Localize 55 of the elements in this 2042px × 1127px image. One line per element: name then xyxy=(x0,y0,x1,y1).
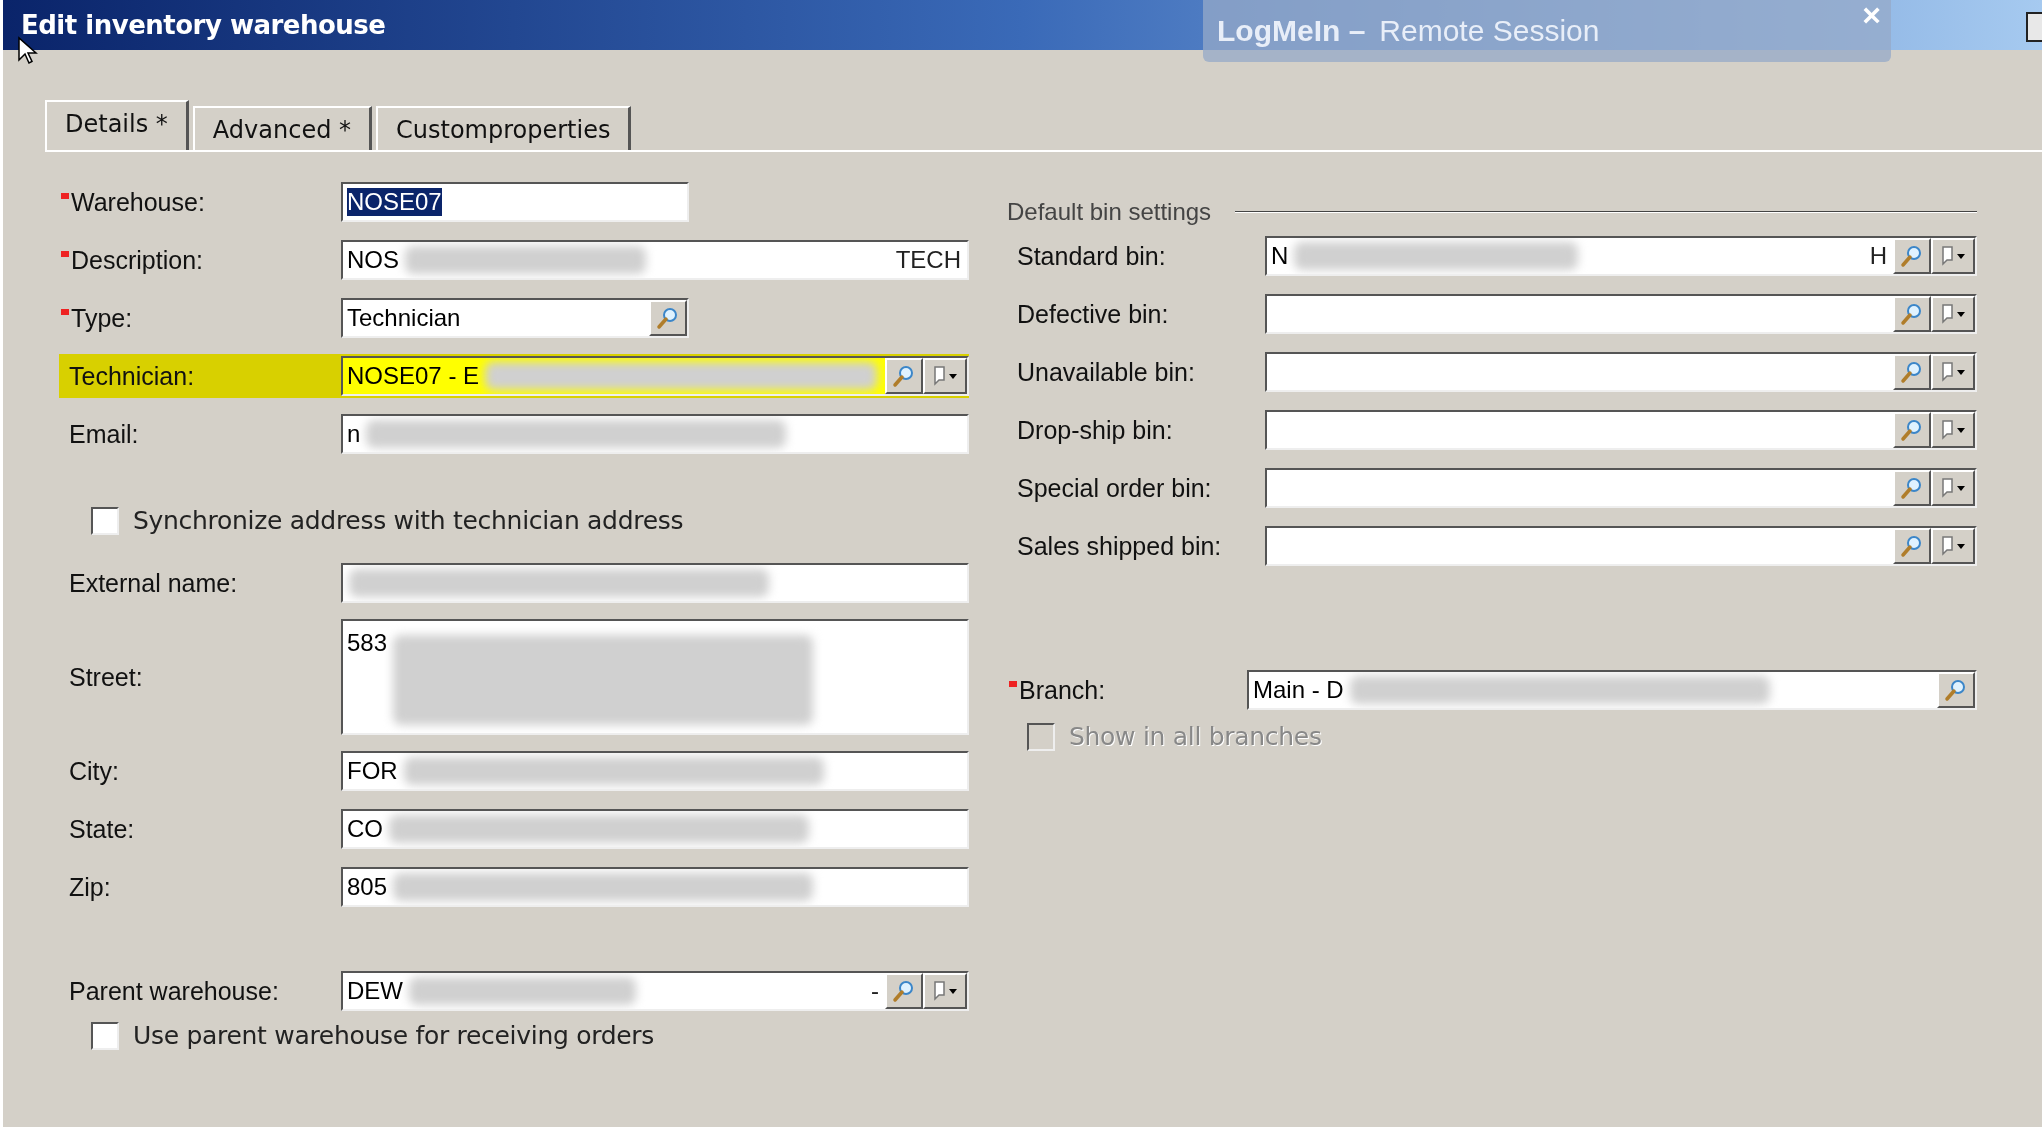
field-label: Unavailable bin: xyxy=(1017,357,1195,387)
group-title: Default bin settings xyxy=(1007,198,1212,226)
field-label: Branch: xyxy=(1019,675,1106,705)
field-label: Street: xyxy=(69,662,143,692)
field-value: Main - D xyxy=(1253,676,1344,704)
field-value: n xyxy=(347,420,361,448)
field-label: City: xyxy=(69,756,119,786)
input-field[interactable]: Technician xyxy=(341,298,689,338)
field-label: Drop-ship bin: xyxy=(1017,415,1173,445)
field-label: Parent warehouse: xyxy=(69,976,279,1006)
field-value: FOR xyxy=(347,757,398,785)
field-label: Technician: xyxy=(69,361,195,391)
field-label: Special order bin: xyxy=(1017,473,1212,503)
checkbox-label: Synchronize address with technician address xyxy=(133,506,684,535)
input-field[interactable]: FOR xyxy=(341,751,969,791)
banner-brand: LogMeIn – xyxy=(1217,14,1366,48)
field-value: NOSE07 - E xyxy=(347,362,480,390)
field-value: 805 xyxy=(347,873,388,901)
field-label: Sales shipped bin: xyxy=(1017,531,1222,561)
checkbox-label: Show in all branches xyxy=(1069,722,1322,751)
field-value: CO xyxy=(347,815,383,843)
field-label: Description: xyxy=(71,245,203,275)
input-field[interactable]: NOSE07 xyxy=(341,182,689,222)
tab[interactable]: Customproperties xyxy=(376,106,632,150)
field-value: H xyxy=(1869,242,1888,270)
input-field[interactable]: Main - D xyxy=(1247,670,1977,710)
field-label: Defective bin: xyxy=(1017,299,1169,329)
field-value: - xyxy=(871,977,880,1005)
field-value: TECH xyxy=(895,246,962,274)
tab[interactable]: Details * xyxy=(45,100,189,150)
field-label: Email: xyxy=(69,419,139,449)
input-field[interactable]: NOS TECH xyxy=(341,240,969,280)
field-label: Type: xyxy=(71,303,133,333)
banner-subtitle: Remote Session xyxy=(1379,14,1600,48)
input-field[interactable]: CO xyxy=(341,809,969,849)
field-label: State: xyxy=(69,814,135,844)
field-label: Warehouse: xyxy=(71,187,205,217)
field-value: DEW xyxy=(347,977,403,1005)
field-value: Technician xyxy=(347,304,461,332)
input-field[interactable]: n xyxy=(341,414,969,454)
input-field[interactable]: NOSE07 - E xyxy=(341,356,969,396)
field-label: Standard bin: xyxy=(1017,241,1166,271)
field-label: External name: xyxy=(69,568,238,598)
field-label: Zip: xyxy=(69,872,111,902)
field-value: NOSE07 xyxy=(347,188,442,216)
field-value: NOS xyxy=(347,246,399,274)
tab[interactable]: Advanced * xyxy=(192,106,373,150)
text-area[interactable]: 583 xyxy=(341,619,969,735)
window-title: Edit inventory warehouse xyxy=(20,10,386,40)
input-field[interactable]: DEW - xyxy=(341,971,969,1011)
checkbox-label: Use parent warehouse for receiving orders xyxy=(133,1021,655,1050)
input-field[interactable]: 805 xyxy=(341,867,969,907)
field-value: 583 xyxy=(347,629,388,657)
input-field[interactable]: N H xyxy=(1265,236,1977,276)
field-value: N xyxy=(1271,242,1289,270)
